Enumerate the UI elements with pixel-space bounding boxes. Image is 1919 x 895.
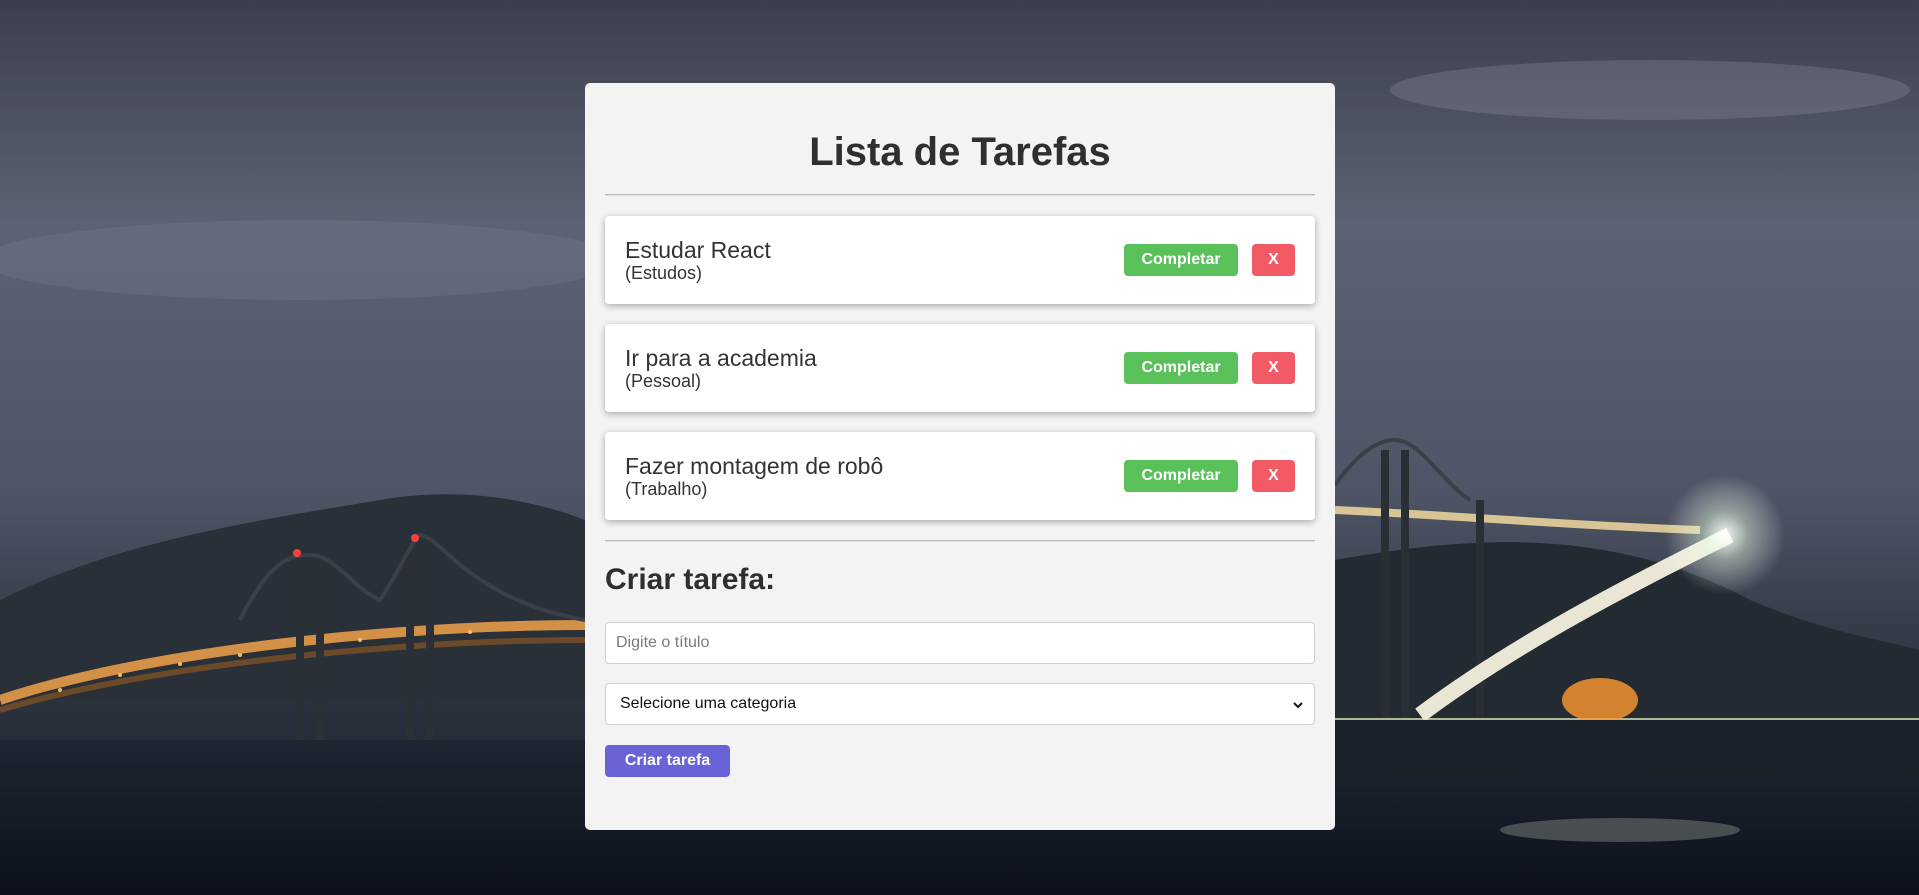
remove-button[interactable]: X [1252,244,1295,276]
todo-category: (Trabalho) [625,478,708,499]
create-task-form: Criar tarefa: Selecione uma categoria Cr… [605,542,1315,777]
complete-button[interactable]: Completar [1124,352,1238,384]
todo-actions: Completar X [1124,352,1295,384]
todo-app-card: Lista de Tarefas Estudar React (Estudos)… [585,83,1335,830]
create-task-button[interactable]: Criar tarefa [605,745,730,777]
todo-category: (Pessoal) [625,370,702,391]
page-title: Lista de Tarefas [809,130,1111,174]
todo-actions: Completar X [1124,460,1295,492]
chevron-down-icon [1292,698,1304,710]
todo-content: Fazer montagem de robô (Trabalho) [625,453,883,500]
task-title-input[interactable] [605,622,1315,664]
category-select-value: Selecione uma categoria [620,695,797,712]
todo-item: Fazer montagem de robô (Trabalho) Comple… [605,432,1315,520]
divider [605,194,1315,196]
todo-category: (Estudos) [625,262,703,283]
todo-content: Ir para a academia (Pessoal) [625,345,817,392]
todo-title: Ir para a academia [625,344,817,371]
todo-title: Estudar React [625,236,771,263]
form-title: Criar tarefa: [605,563,776,596]
remove-button[interactable]: X [1252,352,1295,384]
todo-content: Estudar React (Estudos) [625,237,771,284]
category-select[interactable]: Selecione uma categoria [605,683,1315,725]
todo-list: Estudar React (Estudos) Completar X Ir p… [605,216,1315,520]
complete-button[interactable]: Completar [1124,244,1238,276]
complete-button[interactable]: Completar [1124,460,1238,492]
todo-item: Ir para a academia (Pessoal) Completar X [605,324,1315,412]
todo-item: Estudar React (Estudos) Completar X [605,216,1315,304]
todo-actions: Completar X [1124,244,1295,276]
remove-button[interactable]: X [1252,460,1295,492]
todo-title: Fazer montagem de robô [625,452,884,479]
